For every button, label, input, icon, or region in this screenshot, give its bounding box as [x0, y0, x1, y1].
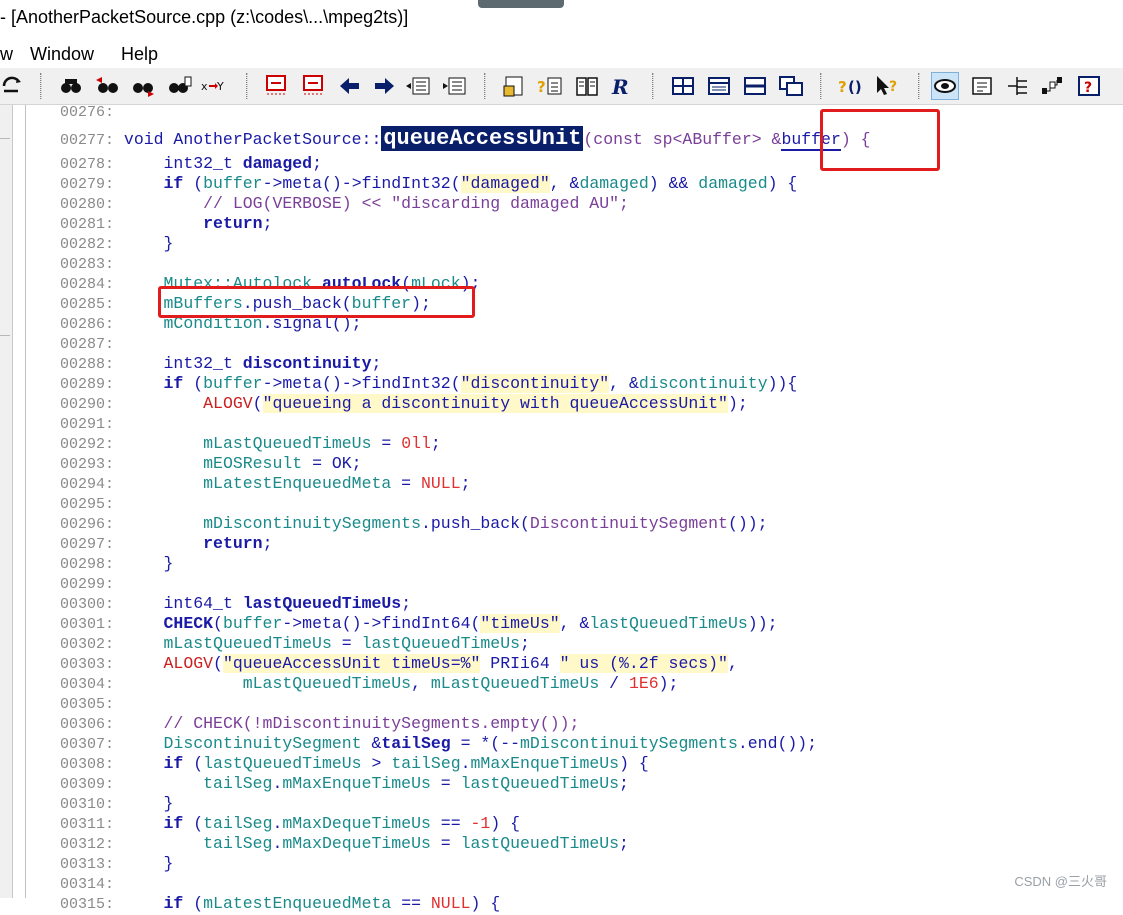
code-line: 00282: }: [60, 234, 174, 253]
find-next-icon[interactable]: [130, 74, 156, 98]
toolbar-separator: [40, 73, 42, 99]
gutter-line: [25, 105, 26, 898]
code-line: 00277: void AnotherPacketSource::queueAc…: [60, 126, 871, 151]
toolbar-separator: [246, 73, 248, 99]
svg-text:x: x: [201, 80, 208, 93]
code-line: 00314:: [60, 876, 115, 893]
code-line: 00302: mLastQueuedTimeUs = lastQueuedTim…: [60, 634, 530, 653]
indent-icon[interactable]: [405, 74, 431, 98]
toolbar: xY ? R ?() ? ?: [0, 68, 1123, 105]
code-line: 00295:: [60, 496, 115, 513]
code-line: 00312: tailSeg.mMaxDequeTimeUs = lastQue…: [60, 834, 629, 853]
svg-text:(): (): [848, 78, 862, 96]
panel-divider: [0, 335, 10, 336]
code-line: 00276:: [60, 104, 115, 121]
code-line: 00298: }: [60, 554, 174, 573]
code-line: 00279: if (buffer->meta()->findInt32("da…: [60, 174, 798, 193]
find-prev-icon[interactable]: [94, 74, 120, 98]
back-arrow-icon[interactable]: [337, 74, 363, 98]
code-line: 00287:: [60, 336, 115, 353]
code-line: 00305:: [60, 696, 115, 713]
toolbar-separator: [918, 73, 920, 99]
toolbar-separator: [820, 73, 822, 99]
code-line: 00299:: [60, 576, 115, 593]
lookup-reference-icon[interactable]: ?: [537, 74, 563, 98]
panel-icon[interactable]: [706, 74, 732, 98]
code-line: 00311: if (tailSeg.mMaxDequeTimeUs == -1…: [60, 814, 521, 833]
book-icon[interactable]: [574, 74, 600, 98]
find-icon[interactable]: [58, 74, 84, 98]
tree-icon[interactable]: [1005, 74, 1031, 98]
window-handle[interactable]: [478, 0, 564, 8]
code-line: 00309: tailSeg.mMaxEnqueTimeUs = lastQue…: [60, 774, 629, 793]
code-line: 00307: DiscontinuitySegment &tailSeg = *…: [60, 734, 818, 753]
code-line: 00315: if (mLatestEnqueuedMeta == NULL) …: [60, 894, 501, 913]
bookmark-prev-icon[interactable]: [263, 74, 289, 98]
left-panel: [0, 105, 13, 898]
code-line: 00304: mLastQueuedTimeUs, mLastQueuedTim…: [60, 674, 679, 693]
title-bar: - [AnotherPacketSource.cpp (z:\codes\...…: [0, 0, 1123, 40]
code-line: 00278: int32_t damaged;: [60, 154, 322, 173]
menu-item-help[interactable]: Help: [121, 44, 158, 65]
forward-arrow-icon[interactable]: [371, 74, 397, 98]
symbol-window-icon[interactable]: [502, 74, 528, 98]
layout-icon[interactable]: [969, 74, 995, 98]
code-line: 00301: CHECK(buffer->meta()->findInt64("…: [60, 614, 778, 633]
help-pointer-icon[interactable]: ?: [874, 74, 900, 98]
watermark: CSDN @三火哥: [1014, 874, 1107, 889]
code-line: 00290: ALOGV("queueing a discontinuity w…: [60, 394, 748, 413]
code-line: 00292: mLastQueuedTimeUs = 0ll;: [60, 434, 441, 453]
eye-icon[interactable]: [931, 72, 959, 100]
context-help-icon[interactable]: ?(): [838, 74, 864, 98]
relation-icon[interactable]: R: [610, 74, 636, 98]
toolbar-separator: [484, 73, 486, 99]
windows-icon[interactable]: [778, 74, 804, 98]
find-files-icon[interactable]: [166, 74, 192, 98]
split-icon[interactable]: [742, 74, 768, 98]
refresh-icon[interactable]: [0, 74, 26, 98]
editor-gutter: [13, 105, 45, 898]
code-line: 00296: mDiscontinuitySegments.push_back(…: [60, 514, 768, 533]
outdent-icon[interactable]: [441, 74, 467, 98]
code-line: 00306: // CHECK(!mDiscontinuitySegments.…: [60, 714, 580, 733]
toolbar-separator: [652, 73, 654, 99]
code-line: 00288: int32_t discontinuity;: [60, 354, 382, 373]
window-title: - [AnotherPacketSource.cpp (z:\codes\...…: [0, 7, 409, 27]
graph-icon[interactable]: [1040, 74, 1066, 98]
code-line: 00308: if (lastQueuedTimeUs > tailSeg.mM…: [60, 754, 649, 773]
grid-icon[interactable]: [670, 74, 696, 98]
svg-text:?: ?: [1084, 80, 1092, 96]
svg-text:?: ?: [889, 79, 897, 95]
code-line: 00281: return;: [60, 214, 273, 233]
svg-text:R: R: [611, 75, 629, 98]
code-line: 00300: int64_t lastQueuedTimeUs;: [60, 594, 412, 613]
svg-text:?: ?: [537, 78, 546, 96]
menu-bar: w Window Help: [0, 40, 1123, 68]
code-line: 00313: }: [60, 854, 174, 873]
svg-text:?: ?: [838, 78, 847, 96]
code-line: 00289: if (buffer->meta()->findInt32("di…: [60, 374, 798, 393]
replace-icon[interactable]: xY: [200, 74, 226, 98]
code-line: 00283:: [60, 256, 115, 273]
svg-text:Y: Y: [216, 80, 224, 93]
annotation-box-push-back: [158, 286, 475, 318]
code-line: 00294: mLatestEnqueuedMeta = NULL;: [60, 474, 471, 493]
bookmark-next-icon[interactable]: [300, 74, 326, 98]
panel-divider: [0, 138, 10, 139]
annotation-box-buffer-param: [820, 109, 940, 171]
code-line: 00310: }: [60, 794, 174, 813]
code-line: 00303: ALOGV("queueAccessUnit timeUs=%" …: [60, 654, 738, 673]
code-line: 00291:: [60, 416, 115, 433]
code-line: 00297: return;: [60, 534, 273, 553]
selected-function-name[interactable]: queueAccessUnit: [381, 126, 584, 151]
menu-item-window[interactable]: Window: [30, 44, 94, 65]
code-line: 00280: // LOG(VERBOSE) << "discarding da…: [60, 194, 629, 213]
code-line: 00293: mEOSResult = OK;: [60, 454, 362, 473]
help-index-icon[interactable]: ?: [1076, 74, 1102, 98]
code-editor[interactable]: 00276: 00277: void AnotherPacketSource::…: [60, 102, 1123, 913]
menu-item-view[interactable]: w: [0, 44, 13, 65]
